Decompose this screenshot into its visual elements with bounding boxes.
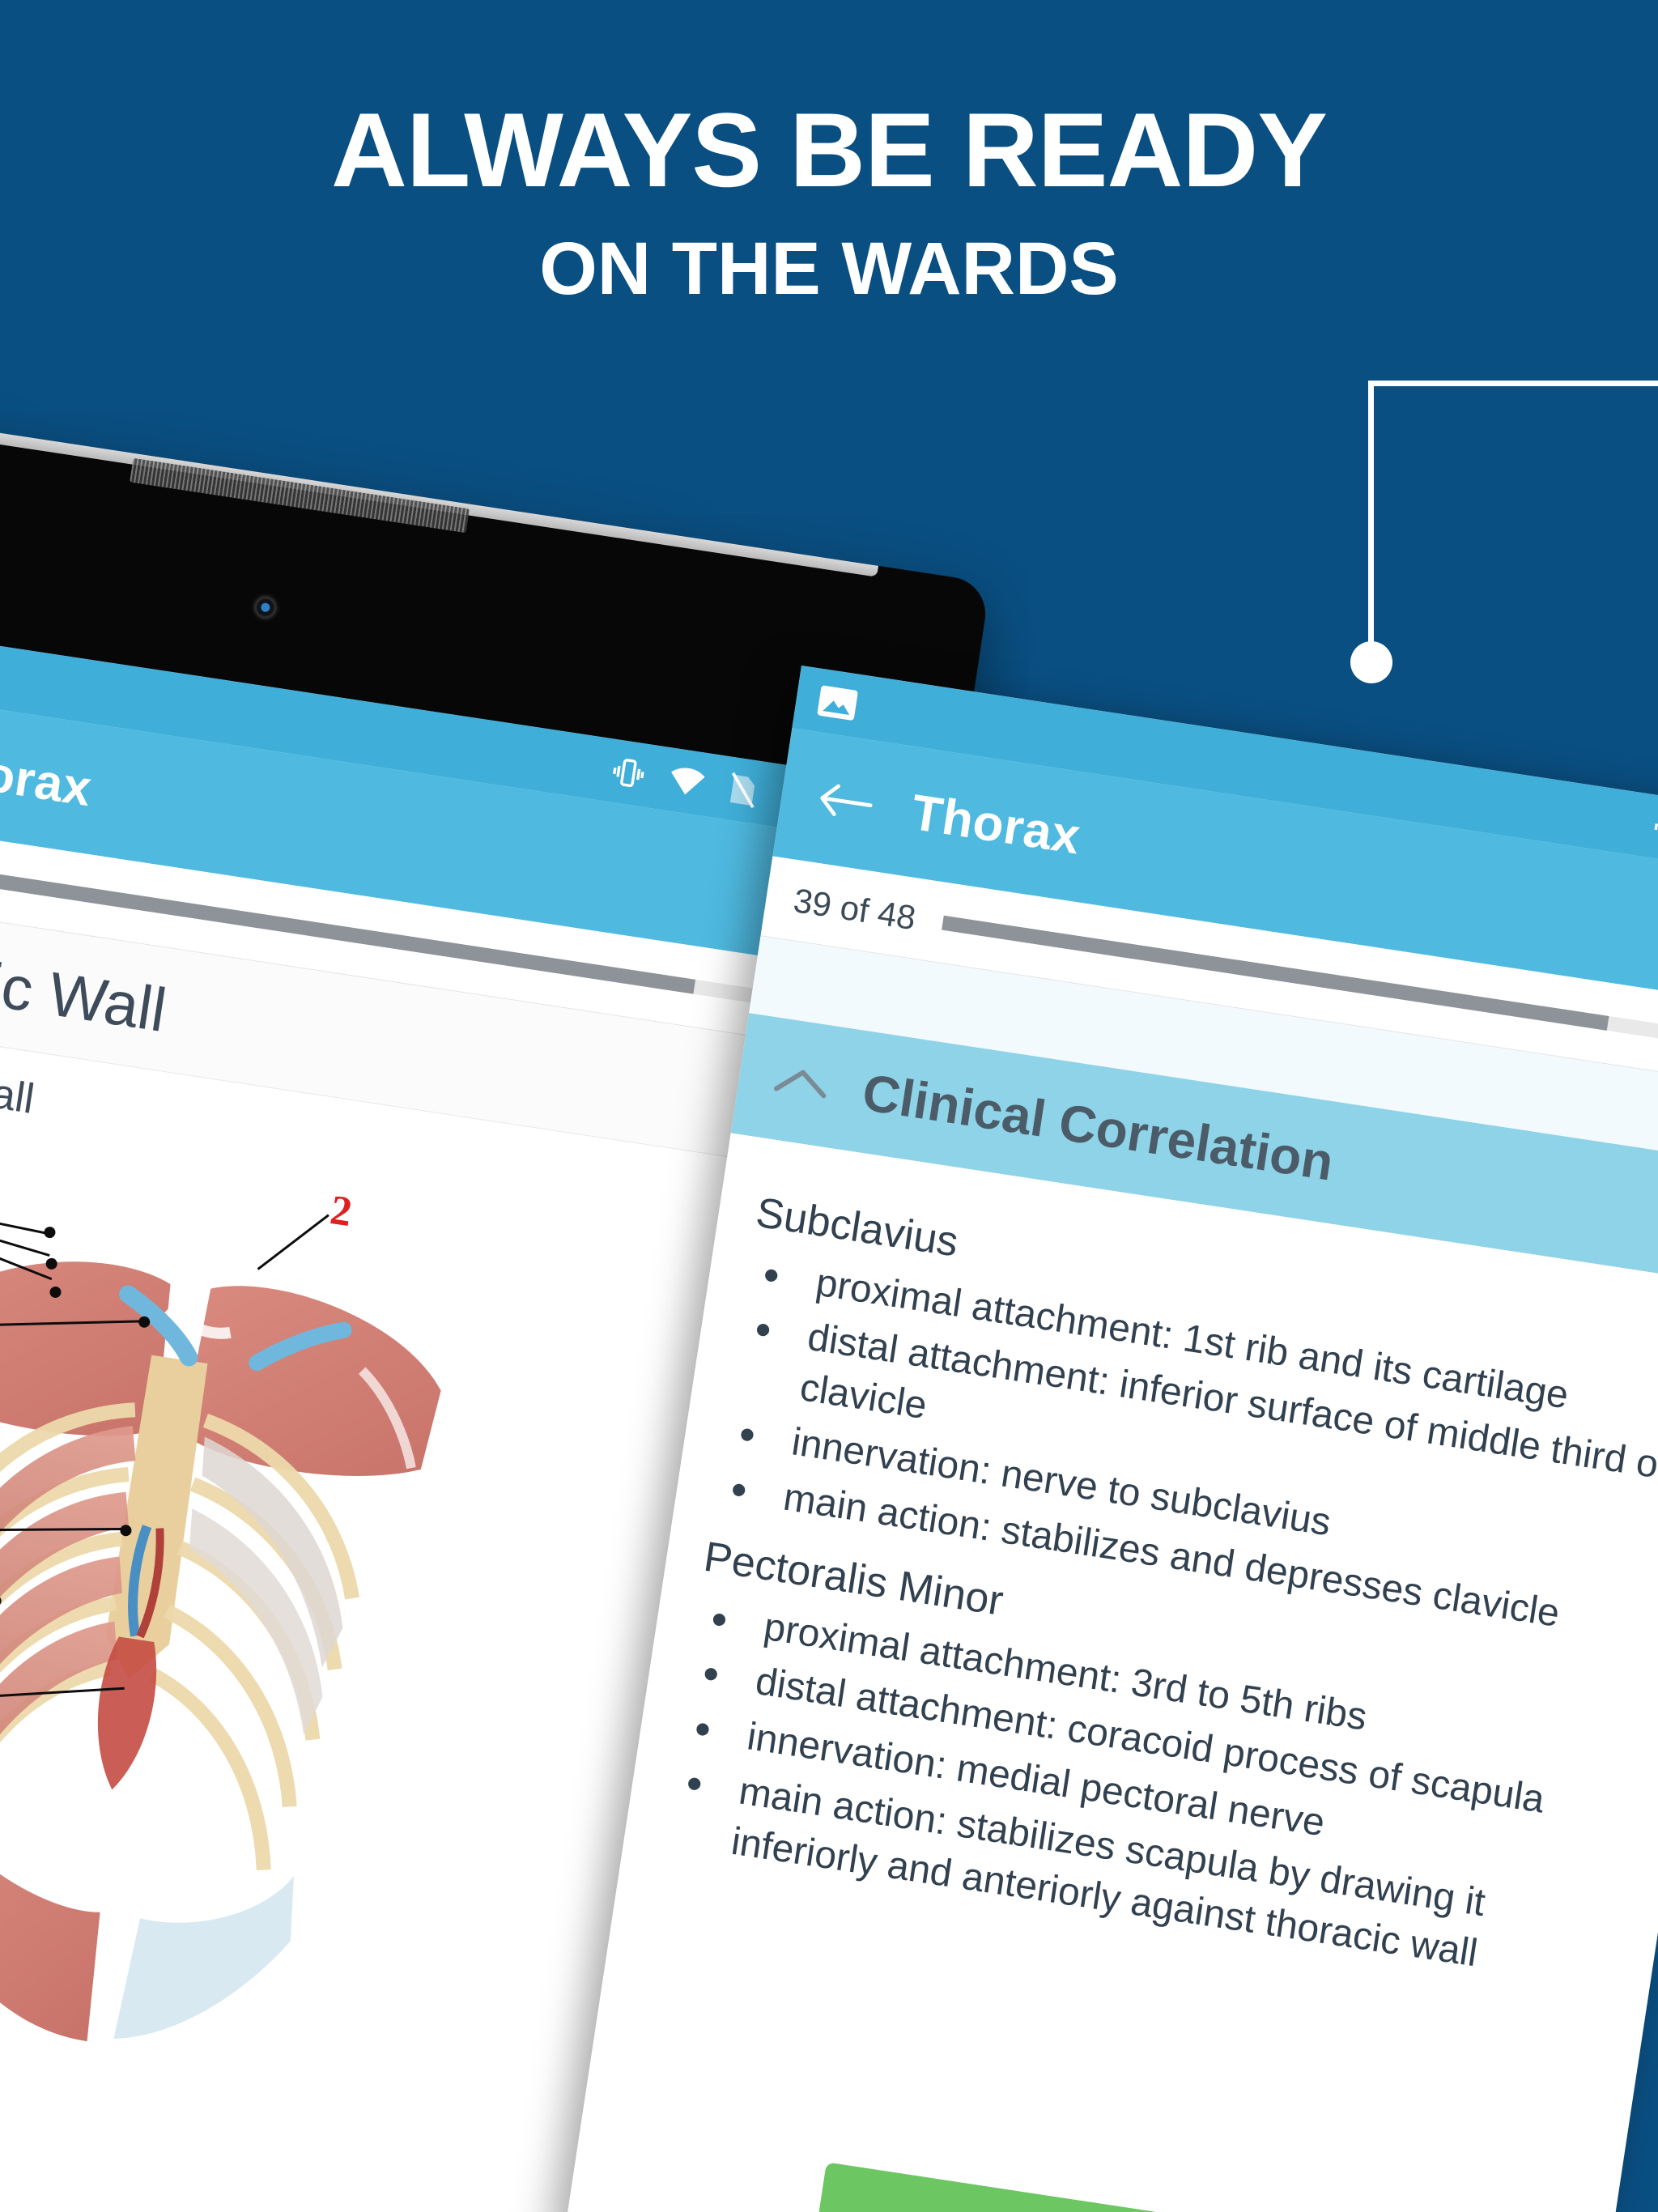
back-arrow-icon[interactable] xyxy=(810,766,882,838)
app-bar-title-back: Thorax xyxy=(0,736,96,817)
thoracic-wall-figure xyxy=(0,1261,441,2042)
headline-secondary: ON THE WARDS xyxy=(539,228,1119,310)
front-camera-icon xyxy=(252,594,278,621)
status-notifications-front xyxy=(813,669,862,738)
vibrate-icon xyxy=(1649,808,1658,850)
callout-pointer xyxy=(1350,381,1658,683)
wifi-icon xyxy=(665,763,708,801)
callout-dot-icon xyxy=(1350,641,1392,683)
progress-label-front: 39 of 48 xyxy=(791,880,919,937)
chevron-up-icon[interactable] xyxy=(769,1060,834,1106)
clinical-correlation-content: Subclavius proximal attachment: 1st rib … xyxy=(622,1133,1658,2006)
callout-horizontal-line xyxy=(1368,381,1658,386)
no-sim-icon xyxy=(724,769,761,810)
next-button-front[interactable]: NEXT xyxy=(811,2162,1606,2212)
headline-primary: ALWAYS BE READY xyxy=(331,91,1328,209)
app-bar-actions-front xyxy=(1655,861,1658,1006)
tablet-top-edge xyxy=(0,405,880,577)
image-notification-icon xyxy=(815,683,861,724)
next-bar-front: NEXT xyxy=(563,2114,1607,2212)
vibrate-icon xyxy=(607,751,649,793)
callout-vertical-line xyxy=(1368,381,1374,656)
app-bar-title-front: Thorax xyxy=(908,784,1085,865)
marketing-hero: ALWAYS BE READY ON THE WARDS xyxy=(0,0,1658,348)
